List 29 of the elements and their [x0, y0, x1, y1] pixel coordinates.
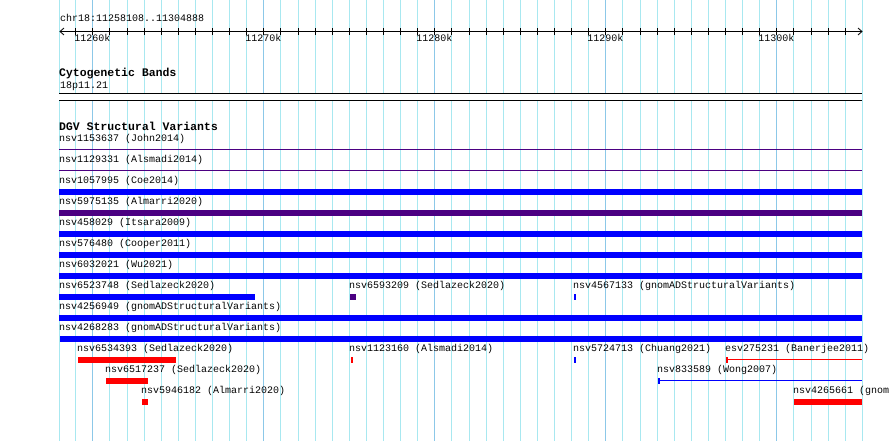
- variant-label[interactable]: nsv1129331 (Alsmadi2014): [59, 155, 204, 167]
- variant-label[interactable]: nsv5724713 (Chuang2021): [573, 344, 712, 356]
- band-label: 18p11.21: [60, 81, 108, 93]
- variant-label[interactable]: nsv4256949 (gnomADStructuralVariants): [59, 302, 282, 314]
- variant-label[interactable]: nsv6593209 (Sedlazeck2020): [349, 281, 506, 293]
- ruler-tick-label: 11300k: [757, 34, 796, 46]
- location-label: chr18:11258108..11304888: [60, 14, 204, 26]
- variant-label[interactable]: nsv833589 (Wong2007): [657, 365, 778, 377]
- variant-label[interactable]: nsv4567133 (gnomADStructuralVariants): [573, 281, 796, 293]
- track-title: Cytogenetic Bands: [59, 67, 176, 80]
- variant-label[interactable]: nsv6523748 (Sedlazeck2020): [59, 281, 216, 293]
- ruler-tick-label: 11260k: [73, 34, 112, 46]
- variant-label[interactable]: nsv4268283 (gnomADStructuralVariants): [59, 323, 282, 335]
- variant-label[interactable]: esv275231 (Banerjee2011): [725, 344, 870, 356]
- ruler-tick-label: 11280k: [415, 34, 454, 46]
- variant-label[interactable]: nsv1057995 (Coe2014): [59, 176, 180, 188]
- variant-label[interactable]: nsv458029 (Itsara2009): [59, 218, 192, 230]
- variant-label[interactable]: nsv4265661 (gnom: [793, 386, 890, 398]
- ruler-tick-label: 11270k: [244, 34, 282, 46]
- variant-label[interactable]: nsv6032021 (Wu2021): [59, 260, 174, 272]
- variant-label[interactable]: nsv5946182 (Almarri2020): [141, 386, 286, 398]
- track-title: DGV Structural Variants: [59, 121, 218, 134]
- variant-label[interactable]: nsv5975135 (Almarri2020): [59, 197, 204, 209]
- variant-label[interactable]: nsv576480 (Cooper2011): [59, 239, 192, 251]
- variant-label[interactable]: nsv1123160 (Alsmadi2014): [349, 344, 494, 356]
- variant-label[interactable]: nsv1153637 (John2014): [59, 134, 186, 146]
- variant-label[interactable]: nsv6534393 (Sedlazeck2020): [77, 344, 234, 356]
- variant-label[interactable]: nsv6517237 (Sedlazeck2020): [105, 365, 262, 377]
- ruler-tick-label: 11290k: [586, 34, 624, 46]
